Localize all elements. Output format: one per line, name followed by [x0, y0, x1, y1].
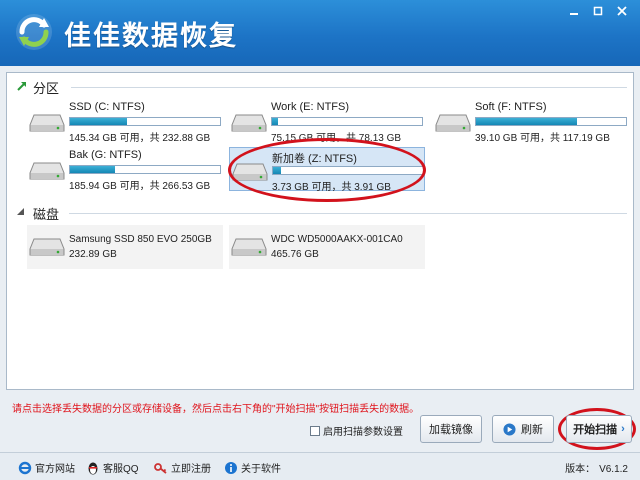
version-info: 版本： V6.1.2 — [565, 460, 628, 475]
title-bar: 佳佳数据恢复 — [0, 0, 640, 66]
partition-name: Bak (G: NTFS) — [69, 149, 142, 161]
minimize-button[interactable] — [562, 2, 586, 20]
app-logo-icon — [16, 14, 52, 50]
partition-usage-bar — [272, 166, 424, 175]
partition-name: Work (E: NTFS) — [271, 101, 350, 113]
partition-size: 185.94 GB 可用，共 266.53 GB — [69, 181, 211, 192]
ie-icon — [18, 461, 32, 474]
refresh-icon — [503, 422, 516, 436]
scan-options-label: 启用扫描参数设置 — [323, 427, 403, 438]
footer-link-label: 关于软件 — [241, 464, 281, 475]
app-title: 佳佳数据恢复 — [64, 21, 238, 52]
partition-size: 145.34 GB 可用，共 232.88 GB — [69, 133, 211, 144]
collapse-triangle-icon — [17, 208, 24, 215]
hard-drive-icon — [231, 238, 267, 256]
version-number: V6.1.2 — [599, 464, 628, 475]
hard-drive-icon — [29, 114, 65, 132]
about-link[interactable]: 关于软件 — [224, 460, 281, 475]
maximize-button[interactable] — [586, 2, 610, 20]
partition-item-selected[interactable]: 新加卷 (Z: NTFS) 3.73 GB 可用，共 3.91 GB — [229, 147, 425, 193]
partition-usage-bar — [69, 117, 221, 126]
load-image-label: 加载镜像 — [429, 424, 473, 436]
partition-item[interactable]: Soft (F: NTFS) 39.10 GB 可用，共 117.19 GB — [433, 99, 629, 144]
scan-options-checkbox[interactable]: 启用扫描参数设置 — [310, 423, 403, 438]
key-icon — [154, 462, 167, 474]
checkbox-box[interactable] — [310, 425, 320, 436]
maximize-icon — [593, 6, 603, 16]
footer-link-label: 官方网站 — [35, 464, 75, 475]
footer-bar: 官方网站 客服QQ 立即注册 关于软件 版本： V6.1.2 — [0, 452, 640, 480]
partition-item[interactable]: Work (E: NTFS) 75.15 GB 可用，共 78.13 GB — [229, 99, 425, 144]
refresh-button[interactable]: 刷新 — [492, 415, 554, 443]
expand-arrow-icon — [17, 82, 26, 91]
partition-name: SSD (C: NTFS) — [69, 101, 145, 113]
partition-usage-bar — [271, 117, 423, 126]
register-link[interactable]: 立即注册 — [154, 460, 211, 475]
partition-section-label: 分区 — [33, 81, 60, 96]
section-divider — [69, 213, 627, 214]
official-website-link[interactable]: 官方网站 — [18, 460, 75, 475]
info-icon — [225, 461, 237, 474]
device-panel: 分区 SSD (C: NTFS) 145.34 GB 可用，共 232.88 G… — [6, 72, 634, 390]
disk-size: 465.76 GB — [271, 249, 319, 260]
start-scan-label: 开始扫描 — [573, 424, 618, 436]
footer-link-label: 客服QQ — [103, 464, 139, 475]
section-divider — [71, 87, 627, 88]
version-label: 版本： — [565, 464, 596, 475]
hard-drive-icon — [435, 114, 471, 132]
partition-usage-bar — [69, 165, 221, 174]
start-scan-button[interactable]: 开始扫描 › — [566, 415, 632, 443]
partition-size: 75.15 GB 可用，共 78.13 GB — [271, 133, 402, 144]
qq-penguin-icon — [88, 462, 98, 474]
partition-size: 3.73 GB 可用，共 3.91 GB — [272, 182, 391, 193]
refresh-label: 刷新 — [521, 424, 543, 436]
disk-item[interactable]: WDC WD5000AAKX-001CA0 465.76 GB — [229, 225, 425, 269]
partition-name: Soft (F: NTFS) — [475, 101, 547, 113]
hard-drive-icon — [232, 163, 268, 181]
hard-drive-icon — [29, 162, 65, 180]
disk-name: Samsung SSD 850 EVO 250GB — [69, 234, 212, 245]
partition-name: 新加卷 (Z: NTFS) — [272, 153, 357, 165]
support-qq-link[interactable]: 客服QQ — [86, 460, 139, 475]
disk-size: 232.89 GB — [69, 249, 117, 260]
partition-usage-bar — [475, 117, 627, 126]
partition-item[interactable]: SSD (C: NTFS) 145.34 GB 可用，共 232.88 GB — [27, 99, 223, 144]
partition-item[interactable]: Bak (G: NTFS) 185.94 GB 可用，共 266.53 GB — [27, 147, 223, 192]
disk-section-header[interactable]: 磁盘 — [7, 201, 633, 223]
close-button[interactable] — [610, 2, 634, 20]
chevron-right-icon: › — [621, 423, 625, 435]
disk-name: WDC WD5000AAKX-001CA0 — [271, 234, 403, 245]
partition-section-header[interactable]: 分区 — [7, 75, 633, 97]
footer-link-label: 立即注册 — [171, 464, 211, 475]
partition-size: 39.10 GB 可用，共 117.19 GB — [475, 133, 610, 144]
hard-drive-icon — [29, 238, 65, 256]
hard-drive-icon — [231, 114, 267, 132]
instruction-text: 请点击选择丢失数据的分区或存储设备，然后点击右下角的"开始扫描"按钮扫描丢失的数… — [12, 404, 420, 415]
close-icon — [617, 6, 627, 16]
minimize-icon — [570, 13, 578, 15]
load-image-button[interactable]: 加载镜像 — [420, 415, 482, 443]
disk-section-label: 磁盘 — [33, 207, 60, 222]
disk-item[interactable]: Samsung SSD 850 EVO 250GB 232.89 GB — [27, 225, 223, 269]
